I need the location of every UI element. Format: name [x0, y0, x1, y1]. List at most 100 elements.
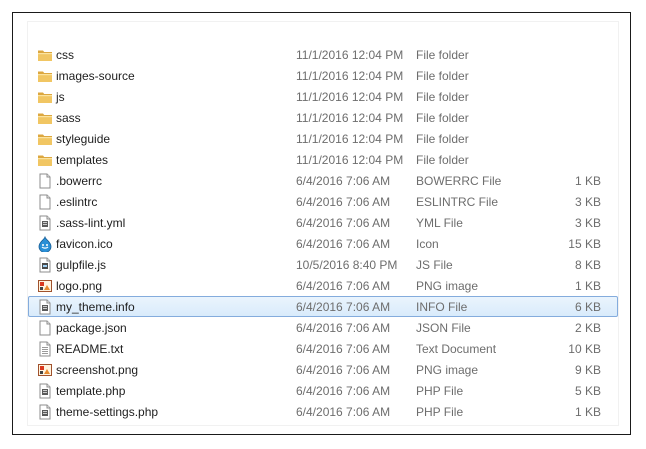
file-name: .eslintrc	[56, 195, 98, 209]
folder-icon	[37, 47, 53, 63]
file-row[interactable]: .sass-lint.yml 6/4/2016 7:06 AM YML File 3 …	[28, 212, 618, 233]
file-date-modified: 6/4/2016 7:06 AM	[296, 300, 391, 314]
image-file-icon	[37, 278, 53, 294]
file-date-modified: 6/4/2016 7:06 AM	[296, 216, 391, 230]
file-name: screenshot.png	[56, 363, 139, 377]
file-type: File folder	[416, 132, 469, 146]
file-row[interactable]: template.php 6/4/2016 7:06 AM PHP File 5 KB	[28, 380, 618, 401]
file-date-modified: 6/4/2016 7:06 AM	[296, 363, 391, 377]
file-type: File folder	[416, 153, 469, 167]
file-row[interactable]: templates 11/1/2016 12:04 PM File folder	[28, 149, 618, 170]
file-date-modified: 11/1/2016 12:04 PM	[296, 111, 404, 125]
file-row[interactable]: styleguide 11/1/2016 12:04 PM File folder	[28, 128, 618, 149]
file-date-modified: 11/1/2016 12:04 PM	[296, 48, 404, 62]
file-type: ESLINTRC File	[416, 195, 499, 209]
file-size: 8 KB	[574, 258, 601, 272]
document-file-icon	[37, 383, 53, 399]
file-explorer: css 11/1/2016 12:04 PM File folder images-s…	[27, 21, 619, 426]
file-name: favicon.ico	[56, 237, 113, 251]
folder-icon	[37, 110, 53, 126]
blank-file-icon	[37, 320, 53, 336]
file-name: package.json	[56, 321, 127, 335]
file-row[interactable]: .bowerrc 6/4/2016 7:06 AM BOWERRC File 1 KB	[28, 170, 618, 191]
file-type: Icon	[416, 237, 439, 251]
file-name: sass	[56, 111, 81, 125]
file-size: 5 KB	[574, 384, 601, 398]
file-row[interactable]: sass 11/1/2016 12:04 PM File folder	[28, 107, 618, 128]
file-row[interactable]: package.json 6/4/2016 7:06 AM JSON File 2 K…	[28, 317, 618, 338]
file-size: 1 KB	[574, 174, 601, 188]
file-name: template.php	[56, 384, 126, 398]
file-name: logo.png	[56, 279, 103, 293]
file-type: BOWERRC File	[416, 174, 502, 188]
file-date-modified: 11/1/2016 12:04 PM	[296, 90, 404, 104]
file-name: gulpfile.js	[56, 258, 107, 272]
file-type: File folder	[416, 111, 469, 125]
file-date-modified: 6/4/2016 7:06 AM	[296, 195, 391, 209]
file-row[interactable]: gulpfile.js 10/5/2016 8:40 PM JS File 8 KB	[28, 254, 618, 275]
file-row-selected[interactable]: my_theme.info 6/4/2016 7:06 AM INFO File 6 …	[28, 296, 618, 317]
file-type: PHP File	[416, 384, 464, 398]
file-type: PNG image	[416, 279, 479, 293]
blank-file-icon	[37, 194, 53, 210]
file-list: css 11/1/2016 12:04 PM File folder images-s…	[28, 44, 618, 422]
file-size: 1 KB	[574, 279, 601, 293]
file-name: .bowerrc	[56, 174, 103, 188]
file-size: 6 KB	[574, 300, 601, 314]
file-type: PHP File	[416, 405, 464, 419]
file-size: 15 KB	[568, 237, 601, 251]
file-name: images-source	[56, 69, 135, 83]
file-row[interactable]: favicon.ico 6/4/2016 7:06 AM Icon 15 KB	[28, 233, 618, 254]
file-date-modified: 10/5/2016 8:40 PM	[296, 258, 398, 272]
folder-icon	[37, 68, 53, 84]
file-name: css	[56, 48, 74, 62]
file-date-modified: 6/4/2016 7:06 AM	[296, 342, 391, 356]
blank-file-icon	[37, 173, 53, 189]
file-size: 9 KB	[574, 363, 601, 377]
document-file-icon	[37, 299, 53, 315]
file-size: 3 KB	[574, 195, 601, 209]
document-file-icon	[37, 215, 53, 231]
folder-icon	[37, 89, 53, 105]
file-name: theme-settings.php	[56, 405, 159, 419]
file-row[interactable]: css 11/1/2016 12:04 PM File folder	[28, 44, 618, 65]
image-file-icon	[37, 362, 53, 378]
folder-icon	[37, 152, 53, 168]
file-date-modified: 6/4/2016 7:06 AM	[296, 279, 391, 293]
script-file-icon	[37, 257, 53, 273]
file-type: INFO File	[416, 300, 468, 314]
file-name: my_theme.info	[56, 300, 135, 314]
file-date-modified: 11/1/2016 12:04 PM	[296, 153, 404, 167]
file-date-modified: 6/4/2016 7:06 AM	[296, 384, 391, 398]
file-type: File folder	[416, 69, 469, 83]
file-type: File folder	[416, 48, 469, 62]
file-size: 1 KB	[574, 405, 601, 419]
folder-icon	[37, 131, 53, 147]
file-name: styleguide	[56, 132, 111, 146]
file-row[interactable]: logo.png 6/4/2016 7:06 AM PNG image 1 KB	[28, 275, 618, 296]
text-file-icon	[37, 341, 53, 357]
file-date-modified: 6/4/2016 7:06 AM	[296, 237, 391, 251]
file-type: JSON File	[416, 321, 471, 335]
file-row[interactable]: theme-settings.php 6/4/2016 7:06 AM PHP Fi…	[28, 401, 618, 422]
drupal-drop-icon	[37, 236, 53, 252]
document-file-icon	[37, 404, 53, 420]
file-size: 3 KB	[574, 216, 601, 230]
file-row[interactable]: .eslintrc 6/4/2016 7:06 AM ESLINTRC File 3 …	[28, 191, 618, 212]
file-row[interactable]: js 11/1/2016 12:04 PM File folder	[28, 86, 618, 107]
file-date-modified: 11/1/2016 12:04 PM	[296, 69, 404, 83]
file-name: .sass-lint.yml	[56, 216, 126, 230]
file-date-modified: 6/4/2016 7:06 AM	[296, 321, 391, 335]
file-date-modified: 6/4/2016 7:06 AM	[296, 405, 391, 419]
file-name: js	[56, 90, 65, 104]
file-size: 2 KB	[574, 321, 601, 335]
file-row[interactable]: screenshot.png 6/4/2016 7:06 AM PNG image 9…	[28, 359, 618, 380]
file-type: Text Document	[416, 342, 497, 356]
file-size: 10 KB	[568, 342, 601, 356]
file-row[interactable]: README.txt 6/4/2016 7:06 AM Text Document 1…	[28, 338, 618, 359]
file-row[interactable]: images-source 11/1/2016 12:04 PM File fold…	[28, 65, 618, 86]
file-type: PNG image	[416, 363, 479, 377]
file-date-modified: 11/1/2016 12:04 PM	[296, 132, 404, 146]
file-date-modified: 6/4/2016 7:06 AM	[296, 174, 391, 188]
file-type: JS File	[416, 258, 453, 272]
